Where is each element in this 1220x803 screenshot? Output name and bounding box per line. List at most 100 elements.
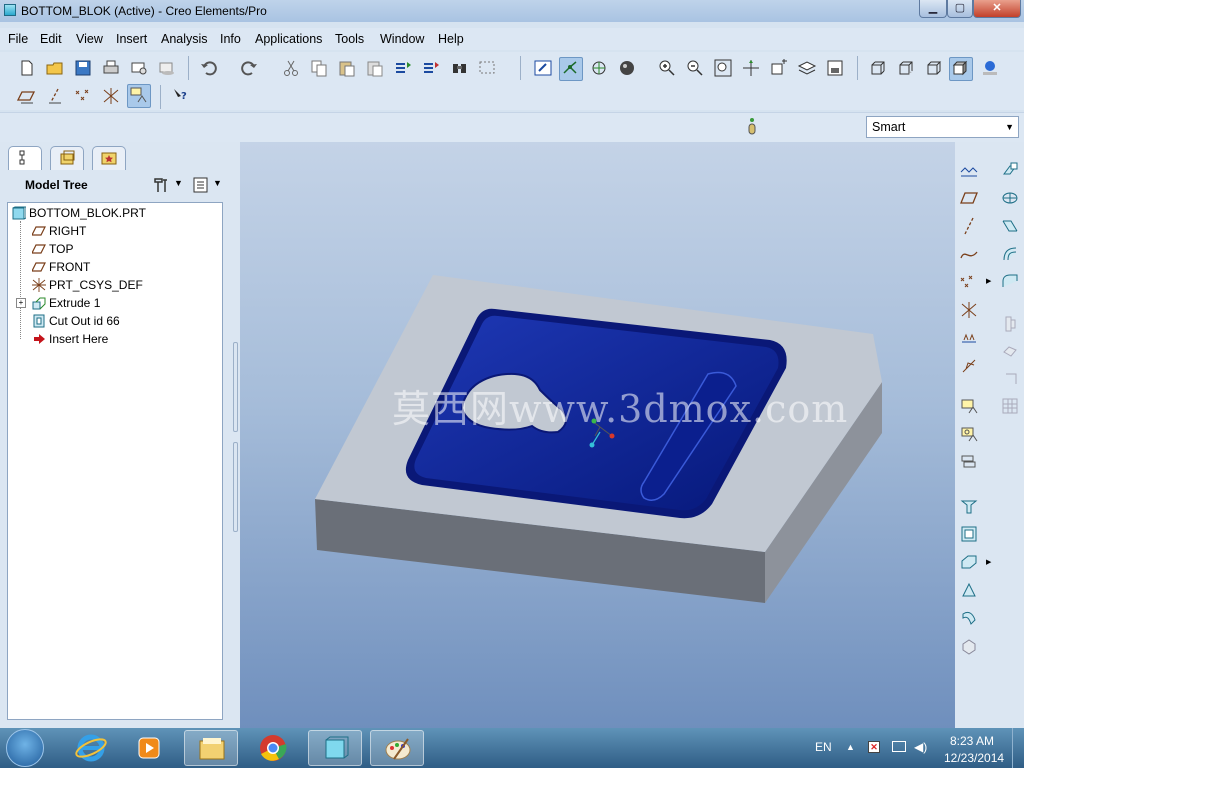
paint-icon[interactable] [370, 730, 424, 766]
open-icon[interactable] [45, 58, 65, 78]
select-box-icon[interactable] [477, 58, 497, 78]
regenerate-icon[interactable] [393, 58, 413, 78]
axis-icon[interactable] [959, 216, 979, 236]
send-mail-icon[interactable] [129, 58, 149, 78]
sketch-tool-icon[interactable] [959, 424, 979, 444]
datum-axes-icon[interactable] [45, 86, 65, 106]
boundary-blend-icon[interactable] [959, 608, 979, 628]
menu-tools[interactable]: Tools [335, 32, 364, 46]
paste-special-icon[interactable] [365, 58, 385, 78]
layers-icon[interactable] [797, 58, 817, 78]
chrome-icon[interactable] [246, 730, 300, 766]
file-explorer-icon[interactable] [184, 730, 238, 766]
reorient-icon[interactable] [741, 58, 761, 78]
show-icon[interactable] [191, 175, 211, 195]
refit-icon[interactable] [713, 58, 733, 78]
feature-icon[interactable] [959, 396, 979, 416]
coord-icon[interactable] [959, 356, 979, 376]
print-icon[interactable] [101, 58, 121, 78]
mirror-icon[interactable] [959, 636, 979, 656]
datum-planes-icon[interactable] [17, 86, 37, 106]
datum-points-icon[interactable] [73, 86, 93, 106]
menu-help[interactable]: Help [438, 32, 464, 46]
trim-icon[interactable] [1000, 368, 1020, 388]
maximize-button[interactable]: ▢ [947, 0, 973, 18]
hole-icon[interactable] [1000, 160, 1020, 180]
language-indicator[interactable]: EN [815, 740, 832, 754]
chamfer-icon[interactable] [1000, 314, 1020, 334]
point-icon[interactable] [959, 272, 979, 292]
menu-edit[interactable]: Edit [40, 32, 62, 46]
shell-icon[interactable] [1000, 188, 1020, 208]
action-center-icon[interactable]: ✕ [868, 741, 880, 753]
sweep-icon[interactable] [959, 552, 979, 572]
merge-icon[interactable] [1000, 342, 1020, 362]
minimize-button[interactable]: ▁ [919, 0, 947, 18]
expand-icon[interactable]: + [16, 298, 26, 308]
zoom-in-icon[interactable] [657, 58, 677, 78]
graphics-viewport[interactable]: 莫西网www.3dmox.com [240, 142, 955, 728]
extrude-tool-icon[interactable] [959, 496, 979, 516]
chevron-right-icon[interactable]: ▶ [986, 277, 991, 285]
menu-window[interactable]: Window [380, 32, 424, 46]
sketched-datum-icon[interactable] [959, 452, 979, 472]
creo-icon[interactable] [308, 730, 362, 766]
enhanced-realism-icon[interactable] [980, 58, 1000, 78]
menu-analysis[interactable]: Analysis [161, 32, 208, 46]
draft-icon[interactable] [1000, 244, 1020, 264]
panel-splitter[interactable] [231, 142, 240, 728]
menu-file[interactable]: File [8, 32, 28, 46]
rib-icon[interactable] [1000, 216, 1020, 236]
repaint-icon[interactable] [533, 58, 553, 78]
revolve-icon[interactable] [959, 524, 979, 544]
wireframe-icon[interactable] [868, 58, 888, 78]
hidden-line-icon[interactable] [896, 58, 916, 78]
spin-center-icon[interactable] [559, 57, 583, 81]
settings-dropdown-icon[interactable]: ▼ [174, 178, 183, 188]
zoom-out-icon[interactable] [685, 58, 705, 78]
new-icon[interactable] [17, 58, 37, 78]
paste-icon[interactable] [337, 58, 357, 78]
pattern-icon[interactable] [1000, 396, 1020, 416]
round-icon[interactable] [1000, 272, 1020, 292]
shading-icon[interactable] [949, 57, 973, 81]
datum-csys-icon[interactable] [101, 86, 121, 106]
csys-icon[interactable] [959, 300, 979, 320]
menu-view[interactable]: View [76, 32, 103, 46]
orient-mode-icon[interactable] [589, 58, 609, 78]
analysis-icon[interactable] [959, 328, 979, 348]
copy-icon[interactable] [309, 58, 329, 78]
plane-icon[interactable] [959, 188, 979, 208]
clock-date[interactable]: 12/23/2014 [944, 751, 1004, 765]
selection-filter-dropdown[interactable]: Smart ▼ [866, 116, 1019, 138]
view-manager-icon[interactable] [825, 58, 845, 78]
no-hidden-icon[interactable] [924, 58, 944, 78]
saved-views-icon[interactable] [769, 58, 789, 78]
start-orb-icon[interactable] [6, 729, 44, 767]
splitter-grip[interactable] [233, 342, 238, 432]
regen-manager-icon[interactable] [421, 58, 441, 78]
redo-icon[interactable] [239, 58, 259, 78]
splitter-grip[interactable] [233, 442, 238, 532]
find-icon[interactable] [450, 58, 470, 78]
save-icon[interactable] [73, 58, 93, 78]
show-hidden-icon[interactable]: ▲ [846, 742, 855, 752]
show-desktop-button[interactable] [1012, 728, 1024, 768]
clock-time[interactable]: 8:23 AM [950, 734, 994, 748]
media-player-icon[interactable] [122, 730, 176, 766]
show-dropdown-icon[interactable]: ▼ [213, 178, 222, 188]
appearance-icon[interactable] [617, 58, 637, 78]
mail-attach-icon[interactable] [157, 58, 177, 78]
favorites-tab[interactable] [92, 146, 126, 170]
close-button[interactable]: ✕ [973, 0, 1021, 18]
blend-icon[interactable] [959, 580, 979, 600]
chevron-right-icon[interactable]: ▶ [986, 558, 991, 566]
sketch-icon[interactable] [959, 160, 979, 180]
model-tree-tab[interactable] [8, 146, 42, 170]
network-icon[interactable] [892, 741, 906, 752]
internet-explorer-icon[interactable] [64, 730, 118, 766]
curve-icon[interactable] [959, 244, 979, 264]
context-help-icon[interactable]: ? [171, 86, 191, 106]
undo-icon[interactable] [199, 58, 219, 78]
settings-icon[interactable] [151, 175, 171, 195]
